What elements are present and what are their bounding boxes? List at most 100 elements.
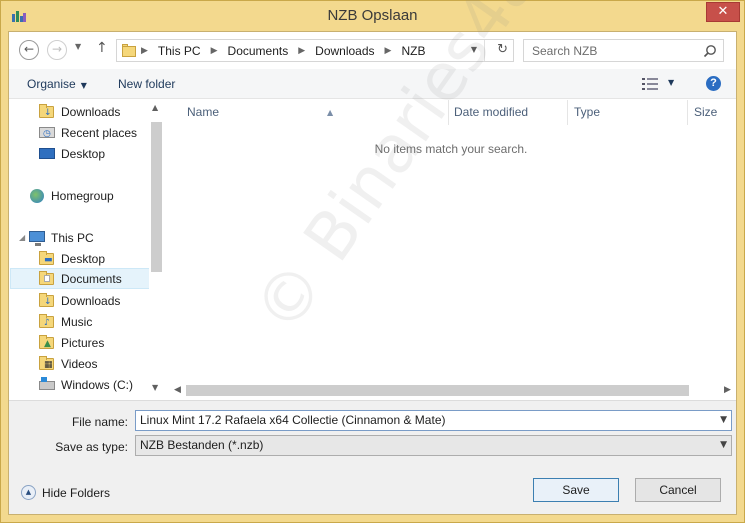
sidebar-item-label: Downloads — [61, 104, 121, 119]
column-header-label: Name — [187, 105, 220, 119]
command-bar: Organise ▼ New folder ▼ ? — [9, 69, 736, 99]
empty-list-message: No items match your search. — [374, 142, 528, 156]
downloads-folder-icon: ↓ — [39, 292, 55, 308]
new-folder-button[interactable]: New folder — [118, 77, 175, 91]
organise-menu[interactable]: Organise ▼ — [27, 77, 87, 91]
music-folder-icon: ♪ — [39, 313, 55, 329]
scrollbar-thumb[interactable] — [151, 122, 162, 272]
navigation-row: ← → ▼ ↑ ▶ This PC ▶ Documents ▶ Download… — [9, 32, 736, 68]
forward-button[interactable]: → — [47, 40, 67, 60]
sidebar-item-desktop[interactable]: Desktop — [39, 143, 164, 164]
address-bar[interactable]: ▶ This PC ▶ Documents ▶ Downloads ▶ NZB … — [116, 39, 514, 62]
column-header-label: Type — [574, 105, 601, 119]
breadcrumb-separator-icon: ▶ — [141, 46, 148, 56]
file-name-history-chevron-down-icon[interactable]: ▼ — [720, 411, 727, 430]
save-dialog-window: NZB Opslaan ✕ ← → ▼ ↑ ▶ This PC ▶ Docume… — [0, 0, 745, 523]
sidebar-item-desktop[interactable]: ▬ Desktop — [39, 248, 164, 269]
recent-locations-chevron-down-icon[interactable]: ▼ — [75, 42, 81, 51]
sidebar-item-documents[interactable]: Documents — [10, 268, 150, 289]
navigation-pane-scrollbar[interactable]: ▲ ▼ — [149, 100, 164, 400]
desktop-folder-icon: ▬ — [39, 250, 55, 266]
title-bar: NZB Opslaan ✕ — [1, 1, 744, 31]
breadcrumb-separator-icon[interactable]: ▶ — [298, 46, 305, 56]
column-header-type[interactable]: Type — [568, 100, 688, 125]
column-header-date-modified[interactable]: Date modified — [448, 100, 568, 125]
breadcrumb-this-pc[interactable]: This PC — [158, 44, 201, 58]
hide-folders-label: Hide Folders — [42, 485, 111, 500]
search-input[interactable]: Search NZB — [523, 39, 724, 62]
sidebar-item-videos[interactable]: ▦ Videos — [39, 353, 164, 374]
scrollbar-thumb[interactable] — [186, 385, 689, 396]
sidebar-item-label: Windows (C:) — [61, 377, 134, 392]
cancel-button[interactable]: Cancel — [635, 478, 721, 502]
homegroup-icon — [29, 188, 45, 203]
sidebar-item-label: Downloads — [61, 293, 121, 308]
search-placeholder: Search NZB — [532, 44, 598, 58]
videos-folder-icon: ▦ — [39, 355, 55, 371]
close-button[interactable]: ✕ — [706, 2, 740, 22]
sidebar-item-label: Desktop — [61, 251, 106, 266]
column-header-size[interactable]: Size — [688, 100, 736, 125]
sort-ascending-icon: ▲ — [327, 108, 334, 117]
column-header-name[interactable]: Name ▲ — [181, 100, 449, 125]
organise-label: Organise — [27, 77, 76, 91]
downloads-folder-icon: ↓ — [39, 103, 55, 119]
save-as-type-label: Save as type: — [55, 440, 128, 454]
navigation-pane: ↓ Downloads ◷ Recent places Desktop Home… — [9, 100, 164, 400]
sidebar-item-downloads[interactable]: ↓ Downloads — [39, 290, 164, 311]
address-history-chevron-down-icon[interactable]: ▼ — [471, 45, 477, 54]
help-icon[interactable]: ? — [706, 76, 721, 91]
hide-folders-button[interactable]: ▲ Hide Folders — [21, 485, 110, 500]
breadcrumb-separator-icon[interactable]: ▶ — [211, 46, 218, 56]
breadcrumb-downloads[interactable]: Downloads — [315, 44, 374, 58]
scroll-down-arrow-icon[interactable]: ▼ — [152, 383, 158, 392]
sidebar-item-label: Pictures — [61, 335, 105, 350]
save-form: File name: Linux Mint 17.2 Rafaela x64 C… — [9, 400, 736, 514]
column-header-label: Size — [694, 105, 718, 119]
sidebar-item-music[interactable]: ♪ Music — [39, 311, 164, 332]
refresh-icon[interactable]: ↻ — [497, 42, 508, 57]
up-arrow-icon[interactable]: ↑ — [96, 40, 108, 56]
recent-places-icon: ◷ — [39, 126, 55, 140]
sidebar-item-label: Documents — [61, 271, 122, 286]
breadcrumb: ▶ This PC ▶ Documents ▶ Downloads ▶ NZB — [141, 44, 425, 58]
chevron-down-icon: ▼ — [80, 81, 87, 90]
file-list-horizontal-scrollbar[interactable]: ◀ ▶ — [166, 382, 736, 399]
breadcrumb-documents[interactable]: Documents — [228, 44, 289, 58]
breadcrumb-nzb[interactable]: NZB — [401, 44, 425, 58]
sidebar-item-this-pc[interactable]: This PC — [29, 227, 164, 248]
view-options-chevron-down-icon[interactable]: ▼ — [668, 78, 674, 87]
sidebar-item-homegroup[interactable]: Homegroup — [29, 185, 164, 206]
scroll-left-arrow-icon[interactable]: ◀ — [174, 385, 181, 395]
sidebar-item-label: Videos — [61, 356, 98, 371]
scroll-up-arrow-icon[interactable]: ▲ — [152, 103, 158, 112]
dialog-client-area: ← → ▼ ↑ ▶ This PC ▶ Documents ▶ Download… — [8, 0, 737, 515]
details-view-icon[interactable] — [642, 78, 658, 90]
sidebar-item-downloads[interactable]: ↓ Downloads — [39, 101, 164, 122]
sidebar-item-label: Desktop — [61, 146, 106, 161]
sidebar-item-pictures[interactable]: ▲ Pictures — [39, 332, 164, 353]
documents-folder-icon — [39, 270, 55, 286]
save-as-type-select[interactable]: NZB Bestanden (*.nzb) ▼ — [135, 435, 732, 456]
file-name-value: Linux Mint 17.2 Rafaela x64 Collectie (C… — [140, 413, 446, 427]
this-pc-icon — [29, 230, 45, 246]
file-name-label: File name: — [71, 415, 128, 429]
collapse-arrow-icon[interactable]: ◢ — [19, 233, 25, 242]
back-button[interactable]: ← — [19, 40, 39, 60]
save-as-type-value: NZB Bestanden (*.nzb) — [140, 438, 264, 452]
scroll-right-arrow-icon[interactable]: ▶ — [724, 385, 731, 395]
drive-icon — [39, 376, 55, 392]
window-title: NZB Opslaan — [327, 7, 418, 24]
address-divider — [484, 40, 485, 61]
sidebar-item-windows-c[interactable]: Windows (C:) — [39, 374, 164, 395]
sidebar-item-recent-places[interactable]: ◷ Recent places — [39, 122, 164, 143]
sidebar-item-label: Recent places — [61, 125, 138, 140]
file-list: Name ▲ Date modified Type Size No items … — [166, 100, 736, 400]
search-icon[interactable] — [703, 44, 717, 58]
sidebar-item-label: Homegroup — [51, 188, 114, 203]
save-button[interactable]: Save — [533, 478, 619, 502]
file-name-field[interactable]: Linux Mint 17.2 Rafaela x64 Collectie (C… — [135, 410, 732, 431]
breadcrumb-separator-icon[interactable]: ▶ — [385, 46, 392, 56]
desktop-icon — [39, 147, 55, 161]
column-header-label: Date modified — [454, 105, 529, 119]
